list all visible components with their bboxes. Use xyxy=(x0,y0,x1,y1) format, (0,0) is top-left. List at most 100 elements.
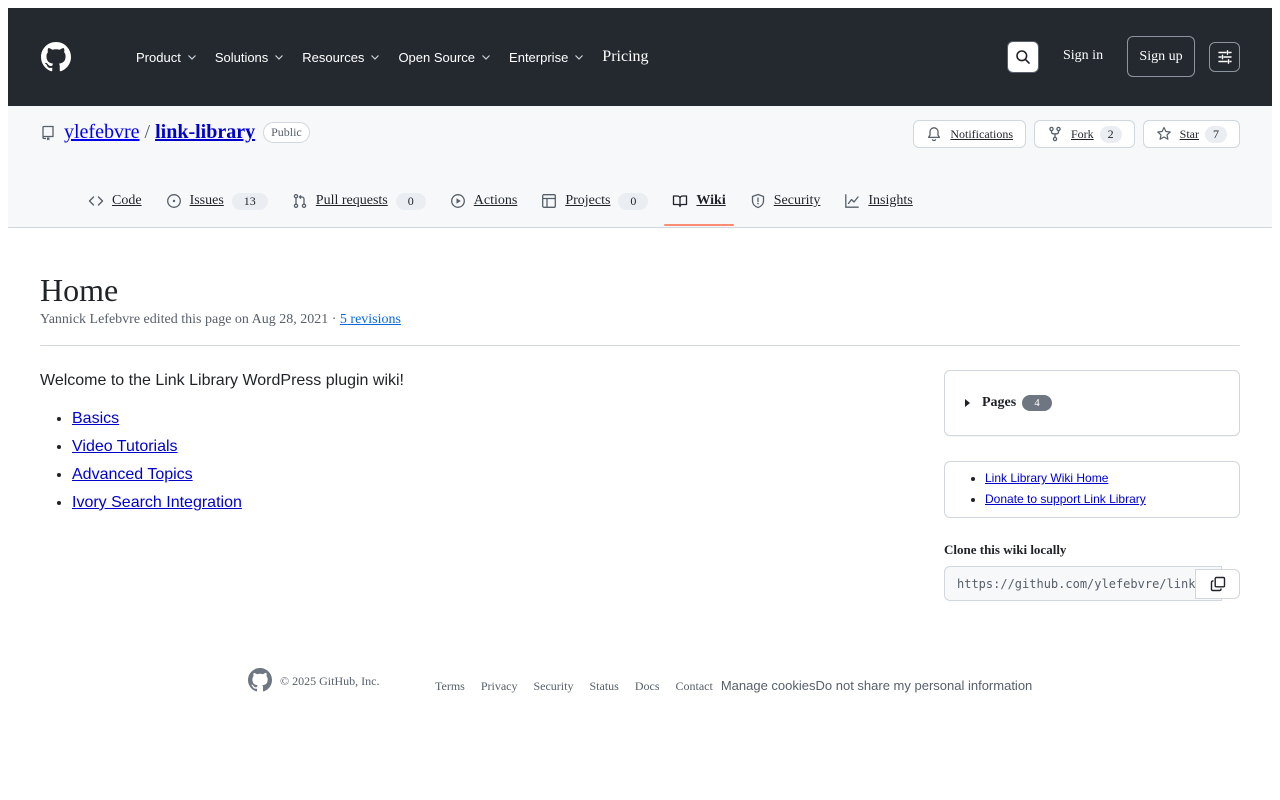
repo-header: ylefebvre / link-library Public Notifica… xyxy=(8,106,1272,228)
sign-in-link[interactable]: Sign in xyxy=(1063,48,1103,64)
chevron-down-icon xyxy=(275,55,284,60)
search-icon xyxy=(1016,50,1030,64)
repo-name-link[interactable]: link-library xyxy=(155,121,255,144)
list-item: Video Tutorials xyxy=(72,436,900,458)
pages-label: Pages xyxy=(982,395,1017,410)
footer-link-contact[interactable]: Contact xyxy=(676,679,713,694)
tab-wiki-label: Wiki xyxy=(696,193,726,208)
wiki-link-list: Basics Video Tutorials Advanced Topics I… xyxy=(40,408,900,514)
sliders-icon xyxy=(1217,50,1232,64)
repo-path-separator: / xyxy=(144,121,151,143)
tab-security[interactable]: Security xyxy=(742,182,829,220)
custom-sidebar: Link Library Wiki Home Donate to support… xyxy=(944,461,1240,518)
tab-issues[interactable]: Issues 13 xyxy=(158,182,276,220)
repo-title: ylefebvre / link-library Public xyxy=(40,121,310,144)
tab-projects-count: 0 xyxy=(618,192,649,210)
tab-projects-label: Projects xyxy=(565,193,611,208)
footer-manage-cookies-button[interactable]: Manage cookies xyxy=(721,678,816,693)
list-item: Ivory Search Integration xyxy=(72,492,900,514)
page-meta-text: Yannick Lefebvre edited this page on Aug… xyxy=(40,312,340,327)
chevron-down-icon xyxy=(482,55,490,60)
fork-button[interactable]: Fork 2 xyxy=(1033,120,1135,148)
footer-link-terms[interactable]: Terms xyxy=(435,679,465,694)
footer-link-security[interactable]: Security xyxy=(533,679,573,694)
tab-pull-requests-label: Pull requests xyxy=(315,193,388,208)
fork-icon xyxy=(1049,126,1061,142)
tab-security-label: Security xyxy=(773,193,821,208)
wiki-link-ivory-search[interactable]: Ivory Search Integration xyxy=(72,494,242,511)
page-meta: Yannick Lefebvre edited this page on Aug… xyxy=(40,312,401,328)
appearance-settings-button[interactable] xyxy=(1209,42,1240,72)
notifications-button[interactable]: Notifications xyxy=(913,120,1026,148)
pages-toggle[interactable]: Pages 4 xyxy=(944,370,1240,436)
list-item: Donate to support Link Library xyxy=(985,492,1239,507)
nav-open-source[interactable]: Open Source xyxy=(398,50,491,65)
graph-icon xyxy=(845,194,860,208)
code-icon xyxy=(88,196,104,206)
star-label: Star xyxy=(1179,126,1199,141)
pages-count: 4 xyxy=(1022,395,1052,411)
repo-actions: Notifications Fork 2 Star 7 xyxy=(905,120,1240,148)
custom-sidebar-list: Link Library Wiki Home Donate to support… xyxy=(985,471,1239,507)
chevron-down-icon xyxy=(371,55,380,60)
nav-resources[interactable]: Resources xyxy=(302,50,380,65)
wiki-link-basics[interactable]: Basics xyxy=(72,410,119,427)
pull-request-icon xyxy=(293,193,307,209)
copy-clone-url-button[interactable] xyxy=(1195,569,1240,599)
star-button[interactable]: Star 7 xyxy=(1142,120,1240,148)
footer-link-docs[interactable]: Docs xyxy=(635,679,660,694)
tab-actions[interactable]: Actions xyxy=(442,182,526,220)
chevron-down-icon xyxy=(575,55,584,60)
list-item: Advanced Topics xyxy=(72,464,900,486)
list-item: Basics xyxy=(72,408,900,430)
nav-pricing-link[interactable]: Pricing xyxy=(602,48,648,66)
revisions-link[interactable]: 5 revisions xyxy=(340,312,401,327)
search-button[interactable] xyxy=(1007,41,1039,73)
wiki-content: Welcome to the Link Library WordPress pl… xyxy=(40,372,900,520)
tab-actions-label: Actions xyxy=(473,193,518,208)
footer-link-privacy[interactable]: Privacy xyxy=(481,679,518,694)
list-item: Link Library Wiki Home xyxy=(985,471,1239,486)
fork-count: 2 xyxy=(1099,125,1122,143)
sidebar-link-wiki-home[interactable]: Link Library Wiki Home xyxy=(985,471,1108,485)
nav-enterprise[interactable]: Enterprise xyxy=(509,50,584,65)
nav-solutions[interactable]: Solutions xyxy=(215,50,284,65)
shield-icon xyxy=(751,193,764,209)
tab-issues-label: Issues xyxy=(189,193,224,208)
github-logo-icon[interactable] xyxy=(248,668,272,692)
github-logo-icon[interactable] xyxy=(41,42,71,72)
tab-wiki[interactable]: Wiki xyxy=(664,182,735,226)
footer-link-status[interactable]: Status xyxy=(589,679,618,694)
tab-code-label: Code xyxy=(112,193,142,208)
nav-product[interactable]: Product xyxy=(136,50,197,65)
sign-up-button[interactable]: Sign up xyxy=(1127,36,1195,77)
footer-copyright: © 2025 GitHub, Inc. xyxy=(280,674,380,688)
tab-pull-requests-count: 0 xyxy=(395,192,426,210)
footer: © 2025 GitHub, Inc. Terms Privacy Securi… xyxy=(248,668,1048,698)
tab-insights[interactable]: Insights xyxy=(836,182,920,220)
wiki-link-advanced-topics[interactable]: Advanced Topics xyxy=(72,466,193,483)
fork-label: Fork xyxy=(1070,126,1094,141)
nav-open-source-label: Open Source xyxy=(398,49,476,65)
triangle-right-icon xyxy=(965,399,970,407)
repo-owner-link[interactable]: ylefebvre xyxy=(64,121,140,144)
star-count: 7 xyxy=(1205,125,1227,143)
footer-do-not-share-button[interactable]: Do not share my personal information xyxy=(816,678,1033,693)
tab-code[interactable]: Code xyxy=(80,182,150,220)
book-icon xyxy=(673,195,688,208)
tab-projects[interactable]: Projects 0 xyxy=(533,182,656,220)
copy-icon xyxy=(1210,576,1225,592)
nav-enterprise-label: Enterprise xyxy=(509,49,569,65)
issue-icon xyxy=(166,194,181,208)
global-nav: Product Solutions Resources Open Source … xyxy=(136,46,649,68)
star-icon xyxy=(1156,126,1171,140)
header-divider xyxy=(40,345,1240,346)
tab-pull-requests[interactable]: Pull requests 0 xyxy=(284,182,434,220)
footer-links: Terms Privacy Security Status Docs Conta… xyxy=(435,678,1032,694)
tab-issues-count: 13 xyxy=(231,192,268,210)
wiki-link-video-tutorials[interactable]: Video Tutorials xyxy=(72,438,178,455)
nav-resources-label: Resources xyxy=(302,49,365,65)
page-title: Home xyxy=(40,272,119,308)
sidebar-link-donate[interactable]: Donate to support Link Library xyxy=(985,492,1146,506)
clone-url-field[interactable]: https://github.com/ylefebvre/link-librar… xyxy=(944,566,1222,601)
